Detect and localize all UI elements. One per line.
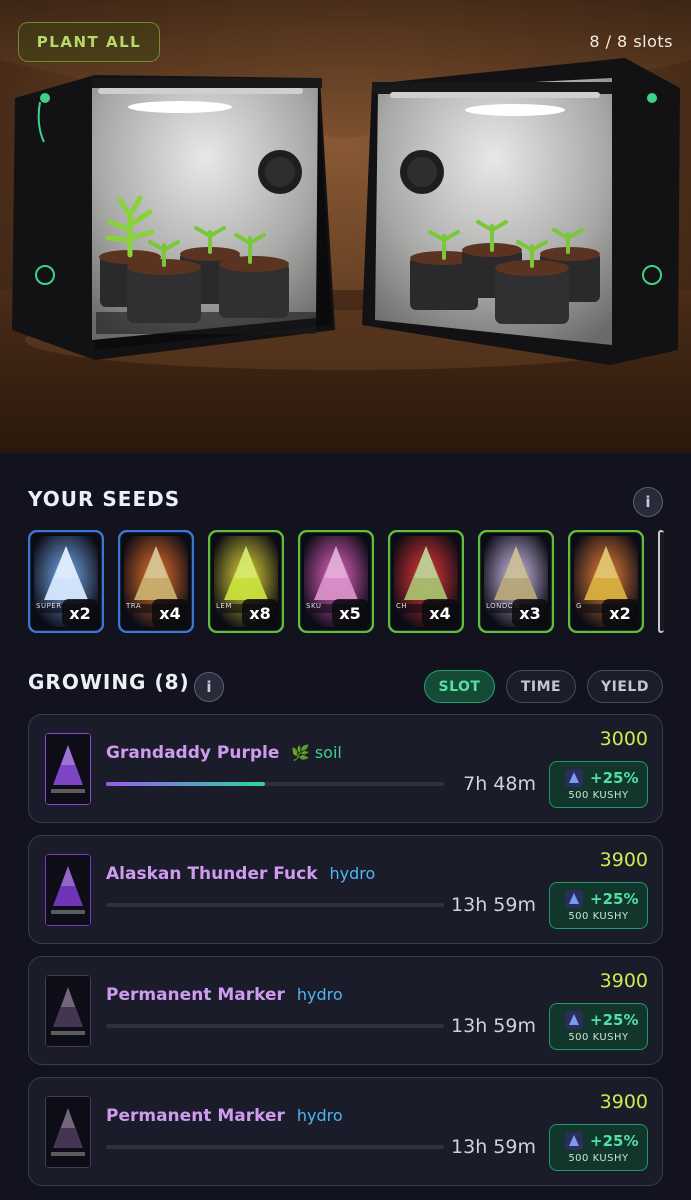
grow-tents-illustration bbox=[0, 0, 691, 453]
strain-thumbnail bbox=[45, 975, 91, 1047]
grow-medium-text: soil bbox=[314, 743, 342, 762]
seed-count-badge: x4 bbox=[152, 599, 188, 627]
grow-medium: 🌿 soil bbox=[291, 743, 341, 762]
grow-medium-text: hydro bbox=[296, 985, 343, 1004]
growth-progress-bar bbox=[106, 1145, 444, 1149]
seed-name: CH bbox=[396, 602, 408, 610]
expected-yield: 3900 bbox=[599, 1091, 648, 1113]
boost-percent: +25% bbox=[590, 769, 639, 787]
strain-thumbnail bbox=[45, 854, 91, 926]
seed-name: LEM bbox=[216, 602, 232, 610]
expected-yield: 3900 bbox=[599, 970, 648, 992]
plant-all-button[interactable]: PLANT ALL bbox=[18, 22, 160, 62]
growth-progress-bar bbox=[106, 1024, 444, 1028]
info-icon: i bbox=[645, 493, 651, 511]
boost-cost: 500 KUSHY bbox=[568, 911, 629, 922]
seeds-header: YOUR SEEDS i bbox=[28, 487, 663, 519]
boost-button[interactable]: +25% 500 KUSHY bbox=[549, 761, 648, 808]
grow-medium: hydro bbox=[297, 1106, 343, 1125]
seeds-info-button[interactable]: i bbox=[633, 487, 663, 517]
info-icon: i bbox=[206, 678, 212, 696]
seed-name: TRA bbox=[126, 602, 142, 610]
seed-count-badge: x3 bbox=[512, 599, 548, 627]
boost-cost: 500 KUSHY bbox=[568, 790, 629, 801]
growing-info-button[interactable]: i bbox=[194, 672, 224, 702]
strain-name: Permanent Marker hydro bbox=[106, 985, 343, 1005]
seed-card-partial[interactable] bbox=[658, 530, 664, 633]
boost-percent: +25% bbox=[590, 890, 639, 908]
slots-counter: 8 / 8 slots bbox=[589, 32, 673, 51]
boost-button[interactable]: +25% 500 KUSHY bbox=[549, 1003, 648, 1050]
seed-name: G bbox=[576, 602, 582, 610]
seed-card[interactable]: SKU x5 bbox=[298, 530, 374, 633]
growth-progress-fill bbox=[106, 782, 265, 786]
growth-progress-bar bbox=[106, 903, 444, 907]
growing-slot-card[interactable]: Alaskan Thunder Fuck hydro 13h 59m 3900 +25%… bbox=[28, 835, 663, 944]
strain-name-text: Permanent Marker bbox=[106, 1106, 285, 1126]
grow-medium-text: hydro bbox=[329, 864, 376, 883]
sort-tab-time[interactable]: TIME bbox=[506, 670, 576, 703]
strain-name-text: Alaskan Thunder Fuck bbox=[106, 864, 318, 884]
seed-card[interactable]: CH x4 bbox=[388, 530, 464, 633]
seeds-title: YOUR SEEDS bbox=[28, 487, 181, 511]
seed-name: SUPER bbox=[36, 602, 62, 610]
boost-cost: 500 KUSHY bbox=[568, 1153, 629, 1164]
seed-count-badge: x4 bbox=[422, 599, 458, 627]
strain-thumbnail bbox=[45, 733, 91, 805]
strain-thumbnail bbox=[45, 1096, 91, 1168]
grow-medium-text: hydro bbox=[296, 1106, 343, 1125]
seed-card[interactable]: LONDON x3 bbox=[478, 530, 554, 633]
seed-card[interactable]: TRA x4 bbox=[118, 530, 194, 633]
booster-icon bbox=[565, 769, 583, 787]
seed-carousel[interactable]: SUPER x2 TRA x4 LEM x8 SKU x5 CH x4 LONDON x3 Gx2 bbox=[28, 530, 691, 634]
booster-icon bbox=[565, 1132, 583, 1150]
grow-medium: hydro bbox=[297, 985, 343, 1004]
growing-slot-card[interactable]: Grandaddy Purple 🌿 soil 7h 48m 3000 +25% 500 … bbox=[28, 714, 663, 823]
sort-tab-slot[interactable]: SLOT bbox=[424, 670, 495, 703]
grow-room-scene: PLANT ALL 8 / 8 slots bbox=[0, 0, 691, 453]
leaf-icon: 🌿 bbox=[291, 744, 315, 762]
expected-yield: 3000 bbox=[599, 728, 648, 750]
seed-card[interactable]: LEM x8 bbox=[208, 530, 284, 633]
booster-icon bbox=[565, 1011, 583, 1029]
strain-name: Alaskan Thunder Fuck hydro bbox=[106, 864, 375, 884]
grow-medium: hydro bbox=[330, 864, 376, 883]
strain-name: Permanent Marker hydro bbox=[106, 1106, 343, 1126]
seed-name: SKU bbox=[306, 602, 322, 610]
boost-cost: 500 KUSHY bbox=[568, 1032, 629, 1043]
time-remaining: 13h 59m bbox=[451, 1015, 536, 1037]
seed-card[interactable]: Gx2 bbox=[568, 530, 644, 633]
strain-name-text: Permanent Marker bbox=[106, 985, 285, 1005]
boost-button[interactable]: +25% 500 KUSHY bbox=[549, 1124, 648, 1171]
growth-progress-bar bbox=[106, 782, 444, 786]
strain-name: Grandaddy Purple 🌿 soil bbox=[106, 743, 342, 763]
seed-count-badge: x5 bbox=[332, 599, 368, 627]
seed-card[interactable]: SUPER x2 bbox=[28, 530, 104, 633]
growing-slot-card[interactable]: Permanent Marker hydro 13h 59m 3900 +25% 500 … bbox=[28, 956, 663, 1065]
seed-count-badge: x8 bbox=[242, 599, 278, 627]
booster-icon bbox=[565, 890, 583, 908]
time-remaining: 7h 48m bbox=[463, 773, 536, 795]
time-remaining: 13h 59m bbox=[451, 894, 536, 916]
time-remaining: 13h 59m bbox=[451, 1136, 536, 1158]
sort-tab-yield[interactable]: YIELD bbox=[587, 670, 663, 703]
boost-button[interactable]: +25% 500 KUSHY bbox=[549, 882, 648, 929]
seed-count-badge: x2 bbox=[62, 599, 98, 627]
strain-name-text: Grandaddy Purple bbox=[106, 743, 280, 763]
boost-percent: +25% bbox=[590, 1132, 639, 1150]
expected-yield: 3900 bbox=[599, 849, 648, 871]
boost-percent: +25% bbox=[590, 1011, 639, 1029]
growing-slot-card[interactable]: Permanent Marker hydro 13h 59m 3900 +25% 500 … bbox=[28, 1077, 663, 1186]
seed-count-badge: x2 bbox=[602, 599, 638, 627]
